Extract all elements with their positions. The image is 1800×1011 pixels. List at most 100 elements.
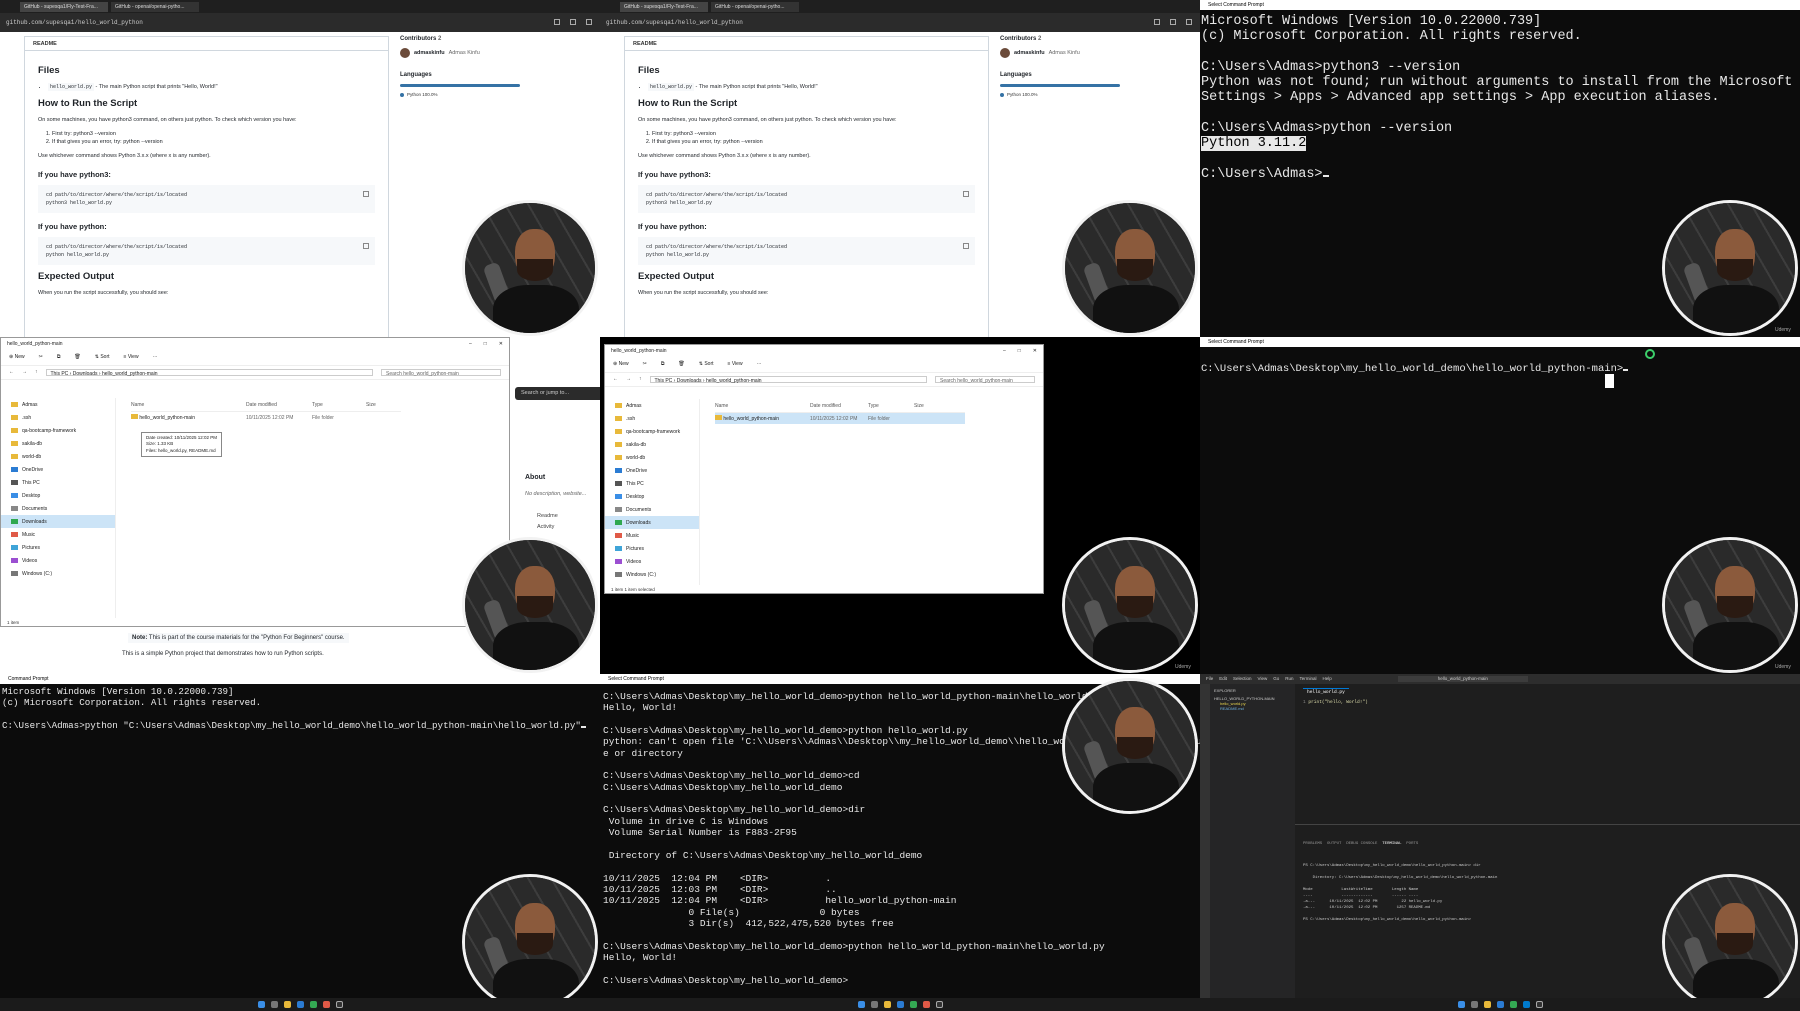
edge-icon[interactable] bbox=[1496, 1001, 1504, 1008]
github-search[interactable]: Search or jump to... bbox=[515, 387, 600, 400]
activity-link[interactable]: Activity bbox=[537, 524, 554, 530]
extension-icon[interactable] bbox=[1154, 19, 1160, 25]
nav-item[interactable]: qa-bootcamp-framework bbox=[605, 425, 699, 438]
path-bar[interactable]: This PC › Downloads › hello_world_python… bbox=[45, 369, 373, 377]
menu-item[interactable]: File bbox=[1206, 676, 1213, 682]
nav-item[interactable]: Videos bbox=[1, 554, 115, 567]
chrome-icon[interactable] bbox=[909, 1001, 917, 1008]
nav-item[interactable]: sakila-db bbox=[1, 437, 115, 450]
nav-item[interactable]: .ssh bbox=[605, 412, 699, 425]
nav-item[interactable]: This PC bbox=[1, 476, 115, 489]
terminal-icon[interactable] bbox=[335, 1001, 343, 1008]
start-icon[interactable] bbox=[1457, 1001, 1465, 1008]
bookmark-icon[interactable] bbox=[1170, 19, 1176, 25]
nav-item[interactable]: Admas bbox=[605, 399, 699, 412]
start-icon[interactable] bbox=[257, 1001, 265, 1008]
search-icon[interactable] bbox=[1470, 1001, 1478, 1008]
search-icon[interactable] bbox=[270, 1001, 278, 1008]
menu-item[interactable]: Selection bbox=[1233, 676, 1252, 682]
language-item[interactable]: Python 100.0% bbox=[1000, 92, 1180, 97]
sort-button[interactable]: ⇅ Sort bbox=[699, 361, 714, 368]
terminal-icon[interactable] bbox=[1535, 1001, 1543, 1008]
nav-item[interactable]: world-db bbox=[605, 451, 699, 464]
editor-tab[interactable]: hello_world.py bbox=[1303, 688, 1349, 696]
nav-item[interactable]: Desktop bbox=[605, 490, 699, 503]
more-icon[interactable]: ··· bbox=[757, 361, 762, 368]
panel-tab[interactable]: OUTPUT bbox=[1327, 842, 1341, 846]
close-icon[interactable]: ✕ bbox=[1033, 348, 1037, 354]
panel-tab[interactable]: PROBLEMS bbox=[1303, 842, 1322, 846]
language-item[interactable]: Python 100.0% bbox=[400, 92, 580, 97]
nav-item[interactable]: sakila-db bbox=[605, 438, 699, 451]
minimize-icon[interactable]: – bbox=[469, 341, 472, 347]
nav-item[interactable]: Music bbox=[605, 529, 699, 542]
menu-item[interactable]: View bbox=[1258, 676, 1268, 682]
file-row[interactable]: hello_world_python-main 10/11/2025 12:02 … bbox=[131, 412, 401, 423]
back-icon[interactable]: ← bbox=[9, 369, 14, 376]
new-button[interactable]: ⊕ New bbox=[613, 361, 629, 368]
address-bar[interactable]: github.com/supesqa1/hello_world_python bbox=[0, 13, 600, 32]
terminal-icon[interactable] bbox=[935, 1001, 943, 1008]
vscode-title-search[interactable]: hello_world_python-main bbox=[1397, 676, 1528, 682]
nav-item[interactable]: qa-bootcamp-framework bbox=[1, 424, 115, 437]
nav-item[interactable]: Documents bbox=[1, 502, 115, 515]
app-icon[interactable] bbox=[322, 1001, 330, 1008]
menu-item[interactable]: Terminal bbox=[1300, 676, 1317, 682]
nav-item[interactable]: Windows (C:) bbox=[605, 568, 699, 581]
nav-item[interactable]: Admas bbox=[1, 398, 115, 411]
menu-item[interactable]: Edit bbox=[1219, 676, 1227, 682]
cut-icon[interactable]: ✂ bbox=[39, 354, 43, 361]
path-bar[interactable]: This PC › Downloads › hello_world_python… bbox=[649, 376, 927, 384]
browser-tab[interactable]: GitHub - openai/openai-pytho... bbox=[711, 1, 799, 12]
nav-item[interactable]: world-db bbox=[1, 450, 115, 463]
nav-item[interactable]: Downloads bbox=[605, 516, 699, 529]
chrome-icon[interactable] bbox=[1509, 1001, 1517, 1008]
readme-header[interactable]: README bbox=[25, 37, 388, 51]
maximize-icon[interactable]: □ bbox=[1018, 348, 1021, 354]
contributors-label[interactable]: Contributors 2 bbox=[400, 36, 580, 42]
search-input[interactable]: Search hello_world_python-main bbox=[381, 369, 501, 377]
nav-item[interactable]: Videos bbox=[605, 555, 699, 568]
search-icon[interactable] bbox=[870, 1001, 878, 1008]
contributor[interactable]: admaskinfu Admas Kinfu bbox=[1000, 48, 1180, 58]
back-icon[interactable]: ← bbox=[613, 376, 618, 383]
delete-icon[interactable]: 🗑 bbox=[74, 354, 80, 361]
cut-icon[interactable]: ✂ bbox=[643, 361, 647, 368]
edge-icon[interactable] bbox=[296, 1001, 304, 1008]
copy-icon[interactable] bbox=[963, 190, 969, 197]
app-icon[interactable] bbox=[922, 1001, 930, 1008]
files-icon[interactable] bbox=[883, 1001, 891, 1008]
menu-item[interactable]: Run bbox=[1285, 676, 1293, 682]
panel-tab[interactable]: PORTS bbox=[1406, 842, 1418, 846]
copy-icon[interactable]: ⧉ bbox=[57, 354, 61, 361]
nav-item[interactable]: Documents bbox=[605, 503, 699, 516]
view-button[interactable]: ≡ View bbox=[124, 354, 139, 361]
browser-tab[interactable]: GitHub - openai/openai-pytho... bbox=[111, 1, 199, 12]
extension-icon[interactable] bbox=[554, 19, 560, 25]
nav-item[interactable]: Music bbox=[1, 528, 115, 541]
copy-icon[interactable] bbox=[363, 190, 369, 197]
nav-item[interactable]: Desktop bbox=[1, 489, 115, 502]
copy-icon[interactable] bbox=[963, 242, 969, 249]
nav-item[interactable]: .ssh bbox=[1, 411, 115, 424]
close-icon[interactable]: ✕ bbox=[499, 341, 503, 347]
delete-icon[interactable]: 🗑 bbox=[678, 361, 684, 368]
file-item[interactable]: README.md bbox=[1214, 706, 1291, 711]
vscode-icon[interactable] bbox=[1522, 1001, 1530, 1008]
panel-tab[interactable]: DEBUG CONSOLE bbox=[1346, 842, 1377, 846]
bookmark-icon[interactable] bbox=[570, 19, 576, 25]
forward-icon[interactable]: → bbox=[626, 376, 631, 383]
sort-button[interactable]: ⇅ Sort bbox=[95, 354, 110, 361]
file-row[interactable]: hello_world_python-main 10/11/2025 12:02 … bbox=[715, 413, 965, 424]
chrome-icon[interactable] bbox=[309, 1001, 317, 1008]
new-button[interactable]: ⊕ New bbox=[9, 354, 25, 361]
browser-tab[interactable]: GitHub - supesqa1/Fly-Test-Fra... bbox=[20, 1, 108, 12]
up-icon[interactable]: ↑ bbox=[35, 369, 38, 376]
copy-icon[interactable]: ⧉ bbox=[661, 361, 665, 368]
nav-item[interactable]: OneDrive bbox=[1, 463, 115, 476]
profile-icon[interactable] bbox=[1186, 19, 1192, 25]
nav-item[interactable]: Pictures bbox=[605, 542, 699, 555]
up-icon[interactable]: ↑ bbox=[639, 376, 642, 383]
forward-icon[interactable]: → bbox=[22, 369, 27, 376]
copy-icon[interactable] bbox=[363, 242, 369, 249]
